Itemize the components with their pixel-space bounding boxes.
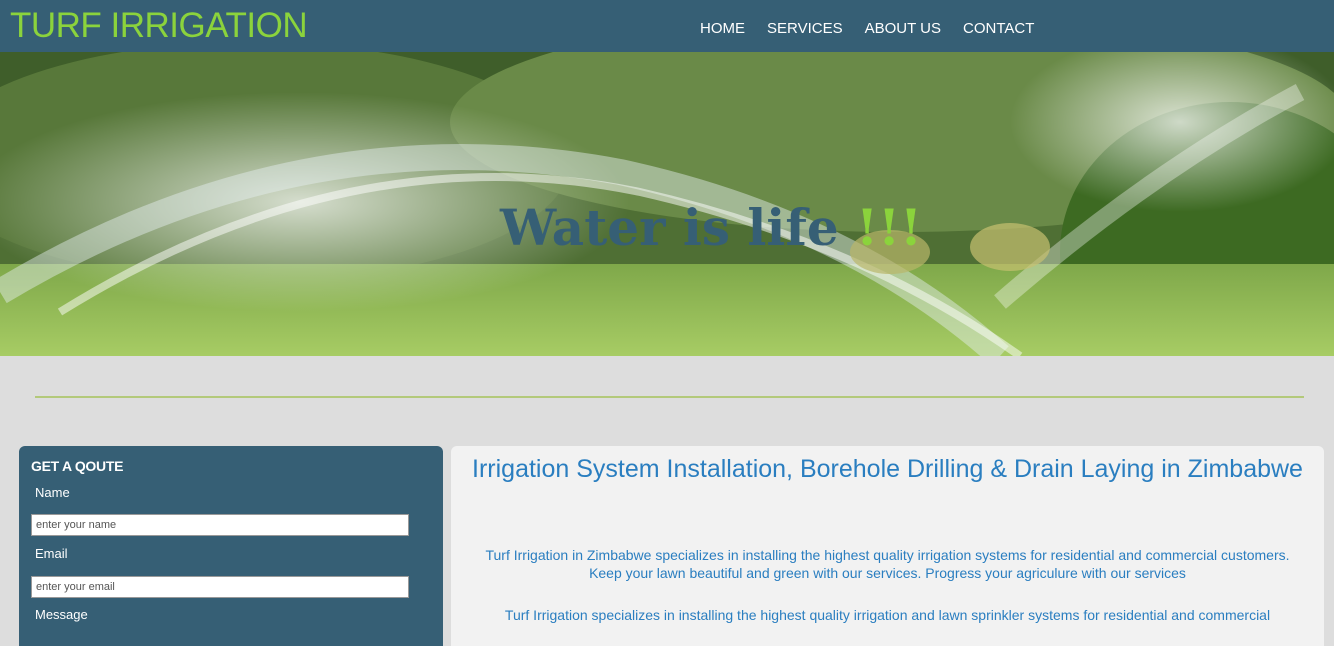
- email-label: Email: [35, 546, 68, 561]
- hero-title-text: Water is life: [500, 198, 857, 257]
- section-divider: [35, 396, 1304, 398]
- hero-title-accent: !!!: [856, 198, 922, 257]
- quote-form: GET A QOUTE Name Email Message: [19, 446, 443, 646]
- main-nav: HOME SERVICES ABOUT US CONTACT: [700, 20, 1034, 38]
- intro-card: Irrigation System Installation, Borehole…: [451, 446, 1324, 646]
- site-logo[interactable]: TURF IRRIGATION: [10, 6, 308, 46]
- nav-home[interactable]: HOME: [700, 20, 745, 38]
- site-header: TURF IRRIGATION HOME SERVICES ABOUT US C…: [0, 0, 1334, 52]
- intro-heading: Irrigation System Installation, Borehole…: [472, 455, 1303, 483]
- intro-paragraph-line2: Keep your lawn beautiful and green with …: [589, 565, 1186, 581]
- nav-contact[interactable]: CONTACT: [963, 20, 1034, 38]
- name-label: Name: [35, 485, 70, 500]
- message-label: Message: [35, 607, 88, 622]
- intro-paragraph-line1: Turf Irrigation in Zimbabwe specializes …: [485, 547, 1290, 563]
- intro-paragraph-2: Turf Irrigation specializes in installin…: [504, 607, 1271, 623]
- nav-services[interactable]: SERVICES: [767, 20, 843, 38]
- quote-form-heading: GET A QOUTE: [31, 458, 124, 474]
- email-input[interactable]: [31, 576, 409, 598]
- name-input[interactable]: [31, 514, 409, 536]
- hero-banner: Water is life !!!: [0, 52, 1334, 356]
- nav-about-us[interactable]: ABOUT US: [865, 20, 941, 38]
- hero-title: Water is life !!!: [500, 198, 922, 258]
